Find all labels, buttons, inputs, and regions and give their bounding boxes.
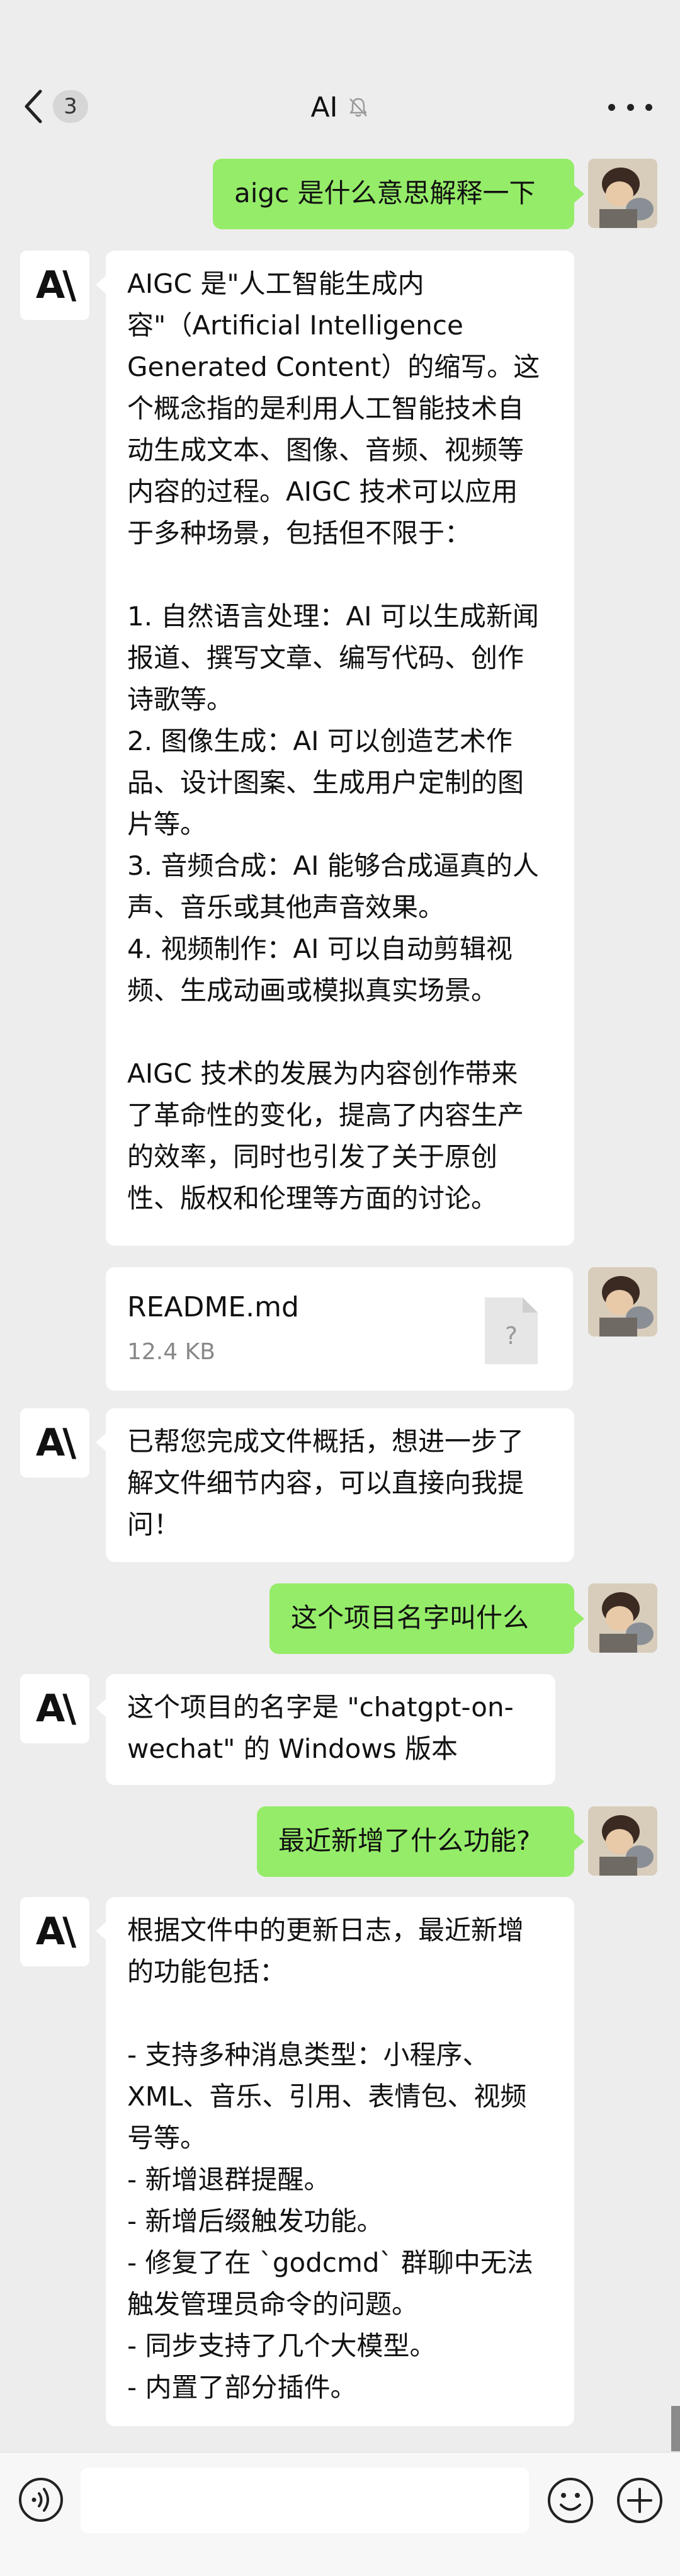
title-area: AI: [0, 87, 680, 127]
user-avatar-image: [588, 1806, 657, 1876]
bot-message[interactable]: 这个项目的名字是 "chatgpt-on- wechat" 的 Windows …: [106, 1674, 555, 1785]
bell-off-icon: [349, 98, 367, 117]
file-size: 12.4 KB: [127, 1339, 215, 1365]
input-bar: [0, 2452, 680, 2576]
user-avatar[interactable]: [588, 1806, 657, 1876]
emoji-icon[interactable]: [547, 2476, 594, 2524]
anthropic-logo-icon: A\: [35, 1421, 76, 1465]
svg-text:?: ?: [505, 1322, 518, 1350]
more-dot-icon: [645, 103, 652, 111]
file-name: README.md: [127, 1291, 299, 1323]
scrollbar[interactable]: [671, 2406, 680, 2451]
voice-icon[interactable]: [18, 2476, 64, 2523]
bot-avatar[interactable]: A\: [20, 1408, 89, 1478]
bot-avatar[interactable]: A\: [20, 1897, 89, 1966]
bubble-tail: [574, 1833, 584, 1850]
user-avatar[interactable]: [588, 1267, 657, 1336]
more-button[interactable]: [608, 94, 652, 120]
unknown-file-icon: ?: [485, 1297, 538, 1364]
anthropic-logo-icon: A\: [35, 263, 76, 307]
user-message[interactable]: aigc 是什么意思解释一下: [213, 159, 574, 229]
message-input[interactable]: [81, 2468, 529, 2533]
plus-icon[interactable]: [616, 2476, 664, 2524]
bot-message[interactable]: 已帮您完成文件概括，想进一步了 解文件细节内容，可以直接向我提 问！: [106, 1408, 574, 1562]
user-avatar-image: [588, 159, 657, 228]
bubble-tail: [96, 1433, 106, 1451]
user-message[interactable]: 这个项目名字叫什么: [269, 1583, 574, 1654]
file-message-card[interactable]: README.md 12.4 KB ?: [106, 1267, 573, 1391]
chat-header: 3 AI: [0, 0, 680, 151]
bubble-tail: [574, 185, 584, 203]
user-avatar[interactable]: [588, 159, 657, 228]
bubble-tail: [96, 1922, 106, 1940]
anthropic-logo-icon: A\: [35, 1687, 76, 1731]
bot-avatar[interactable]: A\: [20, 1674, 89, 1743]
chat-title: AI: [310, 91, 338, 123]
user-message[interactable]: 最近新增了什么功能?: [257, 1806, 574, 1877]
anthropic-logo-icon: A\: [35, 1910, 76, 1954]
bubble-tail: [574, 1610, 584, 1627]
bot-avatar[interactable]: A\: [20, 251, 89, 320]
user-avatar[interactable]: [588, 1583, 657, 1653]
bubble-tail: [96, 276, 106, 294]
user-avatar-image: [588, 1267, 657, 1336]
bot-message[interactable]: 根据文件中的更新日志，最近新增 的功能包括： - 支持多种消息类型：小程序、 X…: [106, 1897, 574, 2426]
bubble-tail: [96, 1699, 106, 1717]
more-dot-icon: [608, 103, 615, 111]
bot-message[interactable]: AIGC 是"人工智能生成内 容"（Artificial Intelligenc…: [106, 251, 574, 1246]
user-avatar-image: [588, 1583, 657, 1653]
more-dot-icon: [626, 103, 634, 111]
